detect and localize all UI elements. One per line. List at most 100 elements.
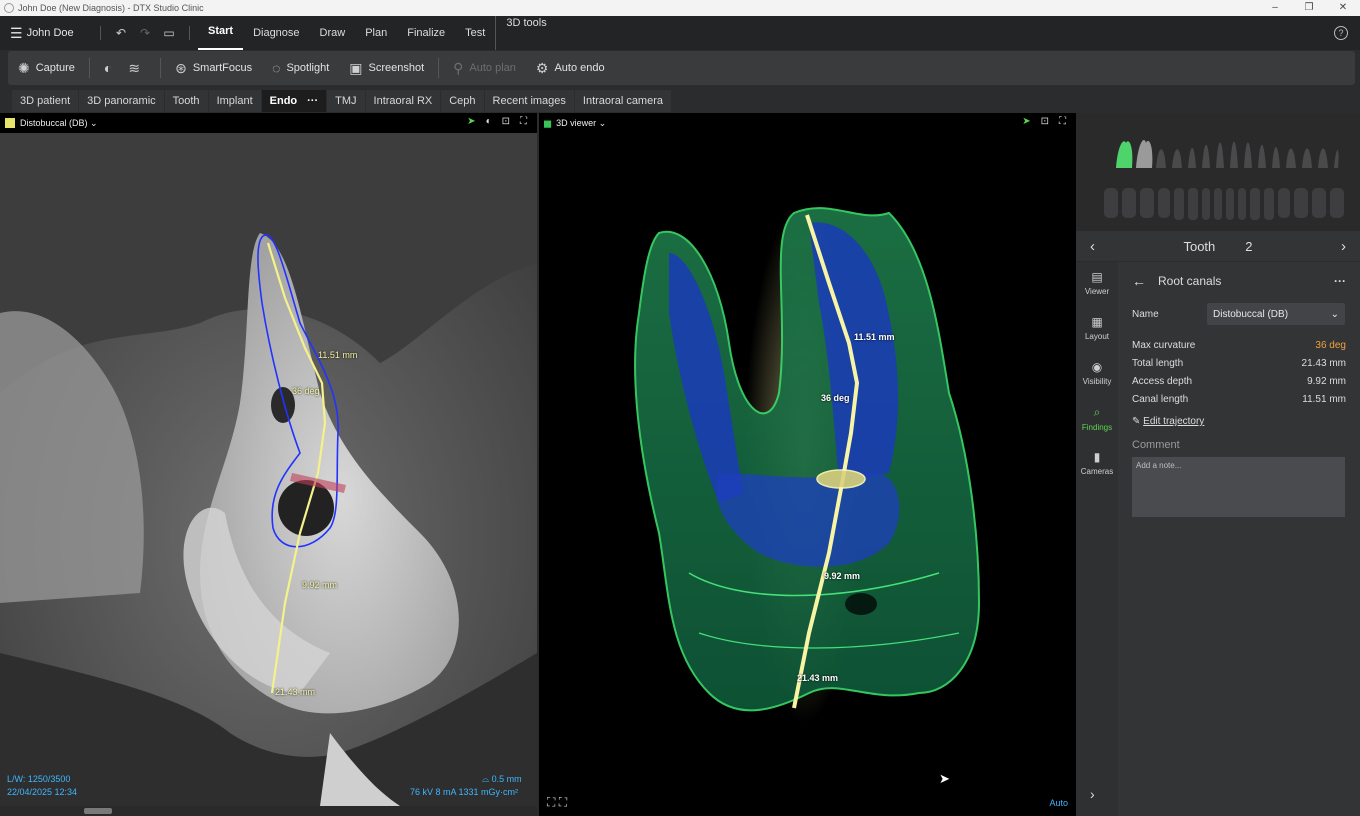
back-arrow-icon[interactable]: ←	[1132, 273, 1146, 289]
contrast-button[interactable]: ◐	[94, 60, 128, 76]
tooth-chart-graphic	[1104, 140, 1344, 220]
auto-plan-button[interactable]: ⚲ Auto plan	[443, 60, 526, 77]
chevron-down-icon: ⌄	[1330, 308, 1339, 320]
tab-tmj[interactable]: TMJ	[327, 90, 365, 112]
tab-implant[interactable]: Implant	[208, 90, 261, 112]
endo-icon: ⚙	[535, 59, 549, 76]
tooth-chart[interactable]	[1076, 113, 1360, 231]
findings-icon: ⌕	[1093, 405, 1101, 419]
ct-slice-view[interactable]: Distobuccal (DB) ⌄ ➤ ◐ ⊡ ⛶ 11.51 mm 36 d…	[0, 113, 537, 816]
view-header: Distobuccal (DB) ⌄ ➤ ◐ ⊡ ⛶	[0, 113, 537, 133]
previous-tooth-icon[interactable]: ‹	[1090, 238, 1095, 255]
tab-tooth[interactable]: Tooth	[164, 90, 208, 112]
tab-recent-images[interactable]: Recent images	[484, 90, 574, 112]
tab-intraoral-rx[interactable]: Intraoral RX	[365, 90, 441, 112]
maximize-icon[interactable]: ⛶	[1059, 116, 1066, 127]
expand-panel-icon[interactable]: ›	[1090, 786, 1095, 802]
auto-endo-button[interactable]: ⚙ Auto endo	[526, 60, 615, 77]
tab-intraoral-camera[interactable]: Intraoral camera	[574, 90, 671, 112]
auto-plan-label: Auto plan	[469, 62, 516, 74]
user-menu[interactable]: ☰ John Doe	[0, 25, 92, 42]
curvature-label: 36 deg	[292, 386, 320, 396]
window-titlebar: John Doe (New Diagnosis) - DTX Studio Cl…	[0, 0, 1360, 16]
spotlight-button[interactable]: ◌ Spotlight	[262, 60, 339, 76]
stat-label: Access depth	[1132, 375, 1193, 387]
view-selector[interactable]: 3D viewer ⌄	[556, 118, 606, 129]
redo-icon[interactable]: ↷	[133, 26, 157, 40]
contrast-icon[interactable]: ◐	[486, 116, 492, 127]
cursor-icon[interactable]: ➤	[467, 116, 475, 127]
tab-3d-patient[interactable]: 3D patient	[12, 90, 79, 112]
spotlight-label: Spotlight	[286, 62, 330, 74]
edit-trajectory-link[interactable]: ✎ Edit trajectory	[1132, 416, 1346, 427]
app-icon	[4, 3, 14, 13]
panel-header: ← Root canals ···	[1132, 262, 1346, 300]
viewer-button[interactable]: ▤ Viewer	[1076, 262, 1118, 307]
viewer-label: Viewer	[1084, 287, 1110, 296]
snapshot-icons[interactable]: ⛶ ⛶	[547, 795, 567, 810]
menu-diagnose[interactable]: Diagnose	[243, 16, 309, 50]
minimize-button[interactable]: –	[1258, 0, 1292, 16]
help-icon[interactable]: ?	[1334, 26, 1348, 40]
layout-icon: ▦	[1091, 315, 1103, 329]
render-mode[interactable]: Auto	[1049, 798, 1068, 808]
canal-name-select[interactable]: Distobuccal (DB) ⌄	[1207, 303, 1345, 325]
maximize-icon[interactable]: ⛶	[520, 116, 527, 127]
horizontal-scrollbar[interactable]	[0, 806, 537, 816]
screenshot-icon: ▣	[349, 59, 363, 76]
canal-name-value: Distobuccal (DB)	[1213, 308, 1289, 320]
close-button[interactable]: ✕	[1326, 0, 1360, 16]
more-icon[interactable]: ···	[307, 95, 318, 107]
menu-draw[interactable]: Draw	[310, 16, 356, 50]
viewer-icon: ▤	[1091, 270, 1103, 284]
tab-ceph[interactable]: Ceph	[441, 90, 484, 112]
camera-icon: ▮	[1093, 450, 1101, 464]
layers-button[interactable]: ≋	[128, 60, 156, 77]
3d-tooth-render	[539, 133, 1076, 816]
stat-access-depth: Access depth 9.92 mm	[1132, 372, 1346, 390]
tab-endo[interactable]: Endo ···	[261, 90, 327, 112]
menu-start[interactable]: Start	[198, 16, 244, 50]
history-icon[interactable]: ▭	[157, 26, 181, 40]
divider	[160, 58, 162, 78]
panel-title: Root canals	[1158, 274, 1222, 288]
findings-button[interactable]: ⌕ Findings	[1076, 397, 1118, 442]
total-length-label: 21.43 mm	[275, 687, 316, 697]
pencil-icon: ✎	[1132, 416, 1144, 427]
divider	[88, 58, 90, 78]
menu-plan[interactable]: Plan	[355, 16, 397, 50]
comment-input[interactable]: Add a note...	[1132, 457, 1345, 517]
canal-selector-label: Distobuccal (DB)	[20, 117, 88, 128]
layout-button[interactable]: ▦ Layout	[1076, 307, 1118, 352]
3d-viewer[interactable]: ◼ 3D viewer ⌄ ➤ ⊡ ⛶ 11.51 mm 36 deg 9.92…	[539, 113, 1076, 816]
screenshot-label: Screenshot	[368, 62, 425, 74]
restore-button[interactable]: ❐	[1292, 0, 1326, 16]
stat-value: 21.43 mm	[1301, 357, 1346, 369]
menu-finalize[interactable]: Finalize	[397, 16, 455, 50]
main-menu: Start Diagnose Draw Plan Finalize Test 3…	[198, 16, 557, 50]
canal-selector[interactable]: Distobuccal (DB) ⌄	[20, 118, 98, 129]
scrollbar-thumb[interactable]	[84, 808, 112, 814]
screenshot-button[interactable]: ▣ Screenshot	[339, 60, 434, 77]
divider	[189, 26, 190, 40]
next-tooth-icon[interactable]: ›	[1341, 238, 1346, 255]
cameras-label: Cameras	[1080, 467, 1114, 476]
capture-button[interactable]: ✺ Capture	[8, 60, 85, 77]
slice-icon: ⌓	[482, 774, 492, 784]
undo-icon[interactable]: ↶	[109, 26, 133, 40]
findings-label: Findings	[1081, 423, 1113, 432]
layers-icon: ≋	[128, 59, 141, 76]
cursor-icon[interactable]: ➤	[1022, 116, 1030, 127]
fit-icon[interactable]: ⊡	[1041, 116, 1049, 127]
menu-test[interactable]: Test	[455, 16, 495, 50]
canal-color-swatch	[5, 118, 15, 128]
edit-trajectory-label: Edit trajectory	[1143, 416, 1205, 427]
smartfocus-button[interactable]: ⊛ SmartFocus	[165, 60, 262, 77]
tab-3d-panoramic[interactable]: 3D panoramic	[79, 90, 164, 112]
cameras-button[interactable]: ▮ Cameras	[1076, 442, 1118, 487]
more-options-icon[interactable]: ···	[1334, 274, 1346, 288]
visibility-button[interactable]: ◉ Visibility	[1076, 352, 1118, 397]
menu-3d-tools[interactable]: 3D tools	[495, 16, 556, 50]
fit-icon[interactable]: ⊡	[502, 116, 510, 127]
